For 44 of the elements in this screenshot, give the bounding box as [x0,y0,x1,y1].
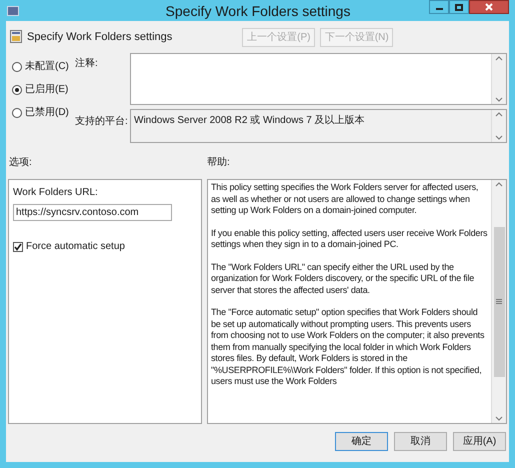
help-paragraph: The "Force automatic setup" option specifies that Work Folders should be set up automatically without prompting users. This prevents users from choosing not to use Work Folders on the computer; it also prevents them from manually specifying the local folder in which Work Folders stores files. By default, Work Folders is stored in the "%USERPROFILE%\Work Folders" folder. If this option is not specified, users must use the Work Folders [211,307,486,388]
help-paragraph: This policy setting specifies the Work Folders server for affected users, as well as whether or not users are allowed to change settings when setting up Work Folders on a domain-joined computer. [211,182,480,216]
url-field[interactable]: https://syncsrv.contoso.com [13,204,172,221]
maximize-button[interactable] [449,0,469,14]
radio-label: 已禁用(D) [25,106,69,120]
scroll-up-icon[interactable] [495,112,503,117]
policy-icon [10,30,22,43]
scrollbar[interactable] [491,54,506,104]
scroll-up-icon[interactable] [495,182,503,187]
radio-button[interactable] [12,108,22,118]
checkbox[interactable] [13,242,23,252]
window-title: Specify Work Folders settings [164,2,352,21]
maximize-icon [455,4,463,10]
help-label: 帮助: [207,156,230,170]
scroll-down-icon[interactable] [495,97,503,102]
check-icon [14,242,22,250]
minimize-icon [436,8,442,10]
checkbox-label: Force automatic setup [26,240,125,254]
scroll-down-icon[interactable] [495,416,503,421]
platform-text: Windows Server 2008 R2 或 Windows 7 及以上版本 [133,114,366,128]
minimize-button[interactable] [429,0,449,14]
radio-button[interactable] [12,62,22,72]
radio-button[interactable] [12,84,22,94]
radio-label: 未配置(C) [25,60,69,74]
dialog-button[interactable]: 应用(A) [453,432,506,451]
options-label: 选项: [8,156,33,170]
scrollbar[interactable] [491,180,506,423]
url-label: Work Folders URL: [13,186,99,200]
comment-field[interactable] [130,53,507,105]
grip-icon [496,299,502,304]
help-paragraph: If you enable this policy setting, affected users user receive Work Folders settings when they sign in to a domain-joined PC. [211,228,488,250]
scroll-up-icon[interactable] [495,56,503,61]
policy-title: Specify Work Folders settings [27,30,172,45]
scroll-down-icon[interactable] [495,135,503,140]
dialog-button[interactable]: 确定 [335,432,388,451]
help-paragraph: The "Work Folders URL" can specify either the URL used by the organization for Work Folders discovery, or the specific URL of the file server that stores the affected users' data. [211,262,476,296]
app-icon [7,6,19,16]
comment-label: 注释: [75,56,99,71]
platform-label: 支持的平台: [75,114,129,129]
close-icon [485,3,493,11]
dialog-button[interactable]: 取消 [394,432,447,451]
scroll-thumb[interactable] [494,226,504,376]
close-button[interactable] [469,0,509,14]
radio-label: 已启用(E) [25,82,68,97]
